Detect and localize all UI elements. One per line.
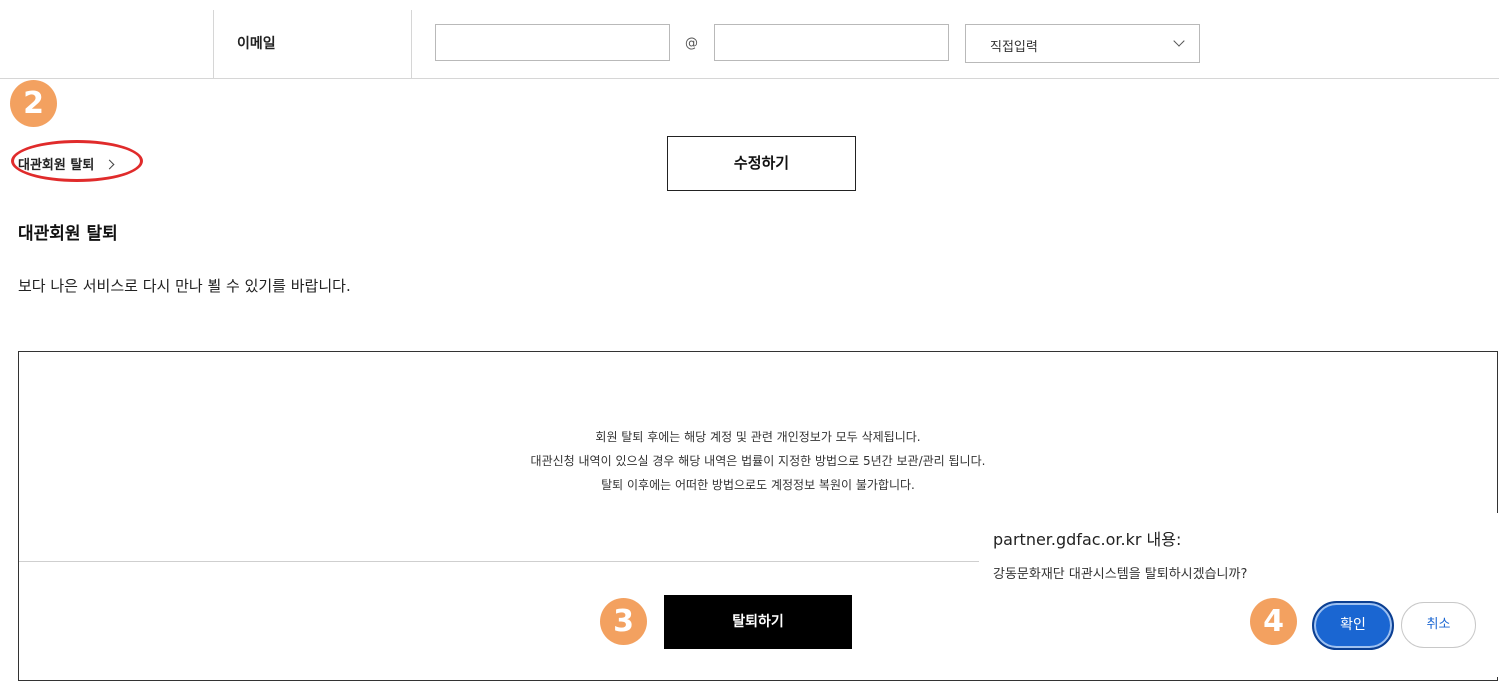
domain-select-value: 직접입력 xyxy=(990,40,1038,55)
notice-text: 회원 탈퇴 후에는 해당 계정 및 관련 개인정보가 모두 삭제됩니다. 대관신… xyxy=(18,425,1498,497)
highlight-ellipse xyxy=(11,140,143,182)
step-2-badge: 2 xyxy=(10,80,57,127)
email-domain-input[interactable] xyxy=(714,24,949,61)
withdraw-button[interactable]: 탈퇴하기 xyxy=(664,595,852,649)
section-title: 대관회원 탈퇴 xyxy=(18,224,118,244)
dialog-message: 강동문화재단 대관시스템을 탈퇴하시겠습니까? xyxy=(993,567,1248,582)
email-local-input[interactable] xyxy=(435,24,670,61)
column-divider xyxy=(213,10,214,78)
notice-line: 대관신청 내역이 있으실 경우 해당 내역은 법률이 지정한 방법으로 5년간 … xyxy=(530,454,986,468)
at-sign: @ xyxy=(685,36,698,51)
email-label: 이메일 xyxy=(237,36,276,52)
edit-button[interactable]: 수정하기 xyxy=(667,136,856,191)
notice-divider xyxy=(19,561,979,562)
email-domain-select[interactable]: 직접입력 xyxy=(965,24,1200,63)
confirm-ok-button[interactable]: 확인 xyxy=(1312,601,1394,650)
notice-line: 회원 탈퇴 후에는 해당 계정 및 관련 개인정보가 모두 삭제됩니다. xyxy=(595,430,921,444)
row-divider xyxy=(0,78,1499,79)
step-4-badge: 4 xyxy=(1250,598,1297,645)
step-3-badge: 3 xyxy=(600,598,647,645)
section-description: 보다 나은 서비스로 다시 만나 뵐 수 있기를 바랍니다. xyxy=(18,277,351,295)
confirm-cancel-button[interactable]: 취소 xyxy=(1401,602,1476,648)
chevron-down-icon xyxy=(1173,35,1185,47)
column-divider xyxy=(411,10,412,78)
notice-line: 탈퇴 이후에는 어떠한 방법으로도 계정정보 복원이 불가합니다. xyxy=(601,478,915,492)
dialog-origin: partner.gdfac.or.kr 내용: xyxy=(993,530,1182,549)
